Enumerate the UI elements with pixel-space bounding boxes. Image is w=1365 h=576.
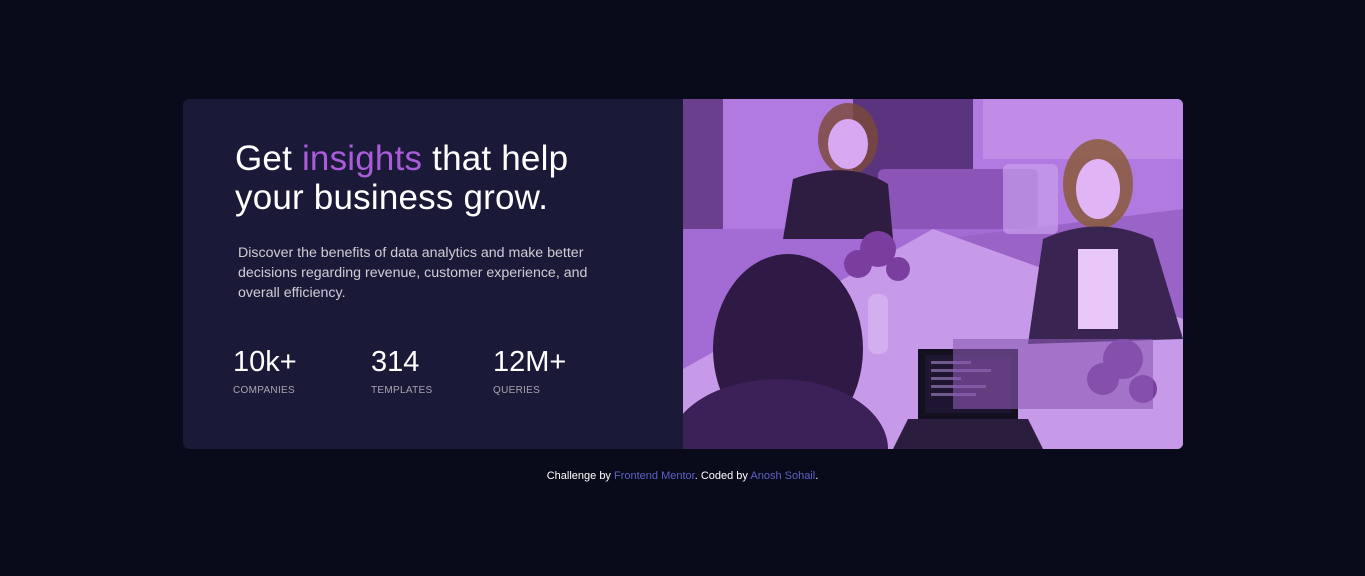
footer-suffix: . [815, 470, 819, 482]
footer-middle: . Coded by [694, 470, 751, 482]
footer-prefix: Challenge by [546, 470, 614, 482]
stat-queries: 12M+ Queries [493, 345, 566, 396]
headline: Get insights that help your business gro… [235, 139, 635, 217]
frontend-mentor-link[interactable]: Frontend Mentor [614, 470, 695, 482]
stat-templates: 314 Templates [371, 345, 432, 396]
author-link[interactable]: Anosh Sohail [750, 470, 815, 482]
stat-value: 12M+ [493, 346, 567, 378]
stat-label: Companies [233, 385, 295, 396]
stats-preview-card: Get insights that help your business gro… [183, 99, 1183, 449]
stat-companies: 10k+ Companies [233, 345, 297, 396]
stat-value: 314 [371, 346, 420, 378]
headline-accent: insights [301, 139, 423, 178]
stats-row: 10k+ Companies 314 Templates 12M+ Querie… [233, 345, 633, 405]
photo-illustration [683, 99, 1183, 449]
stat-value: 10k+ [233, 346, 297, 378]
stat-label: Templates [371, 385, 433, 396]
headline-part1: Get [235, 139, 302, 178]
team-meeting-photo [683, 99, 1183, 449]
attribution-footer: Challenge by Frontend Mentor. Coded by A… [0, 470, 1365, 482]
description: Discover the benefits of data analytics … [238, 245, 588, 301]
stat-label: Queries [493, 385, 541, 396]
card-text-section: Get insights that help your business gro… [183, 99, 683, 449]
